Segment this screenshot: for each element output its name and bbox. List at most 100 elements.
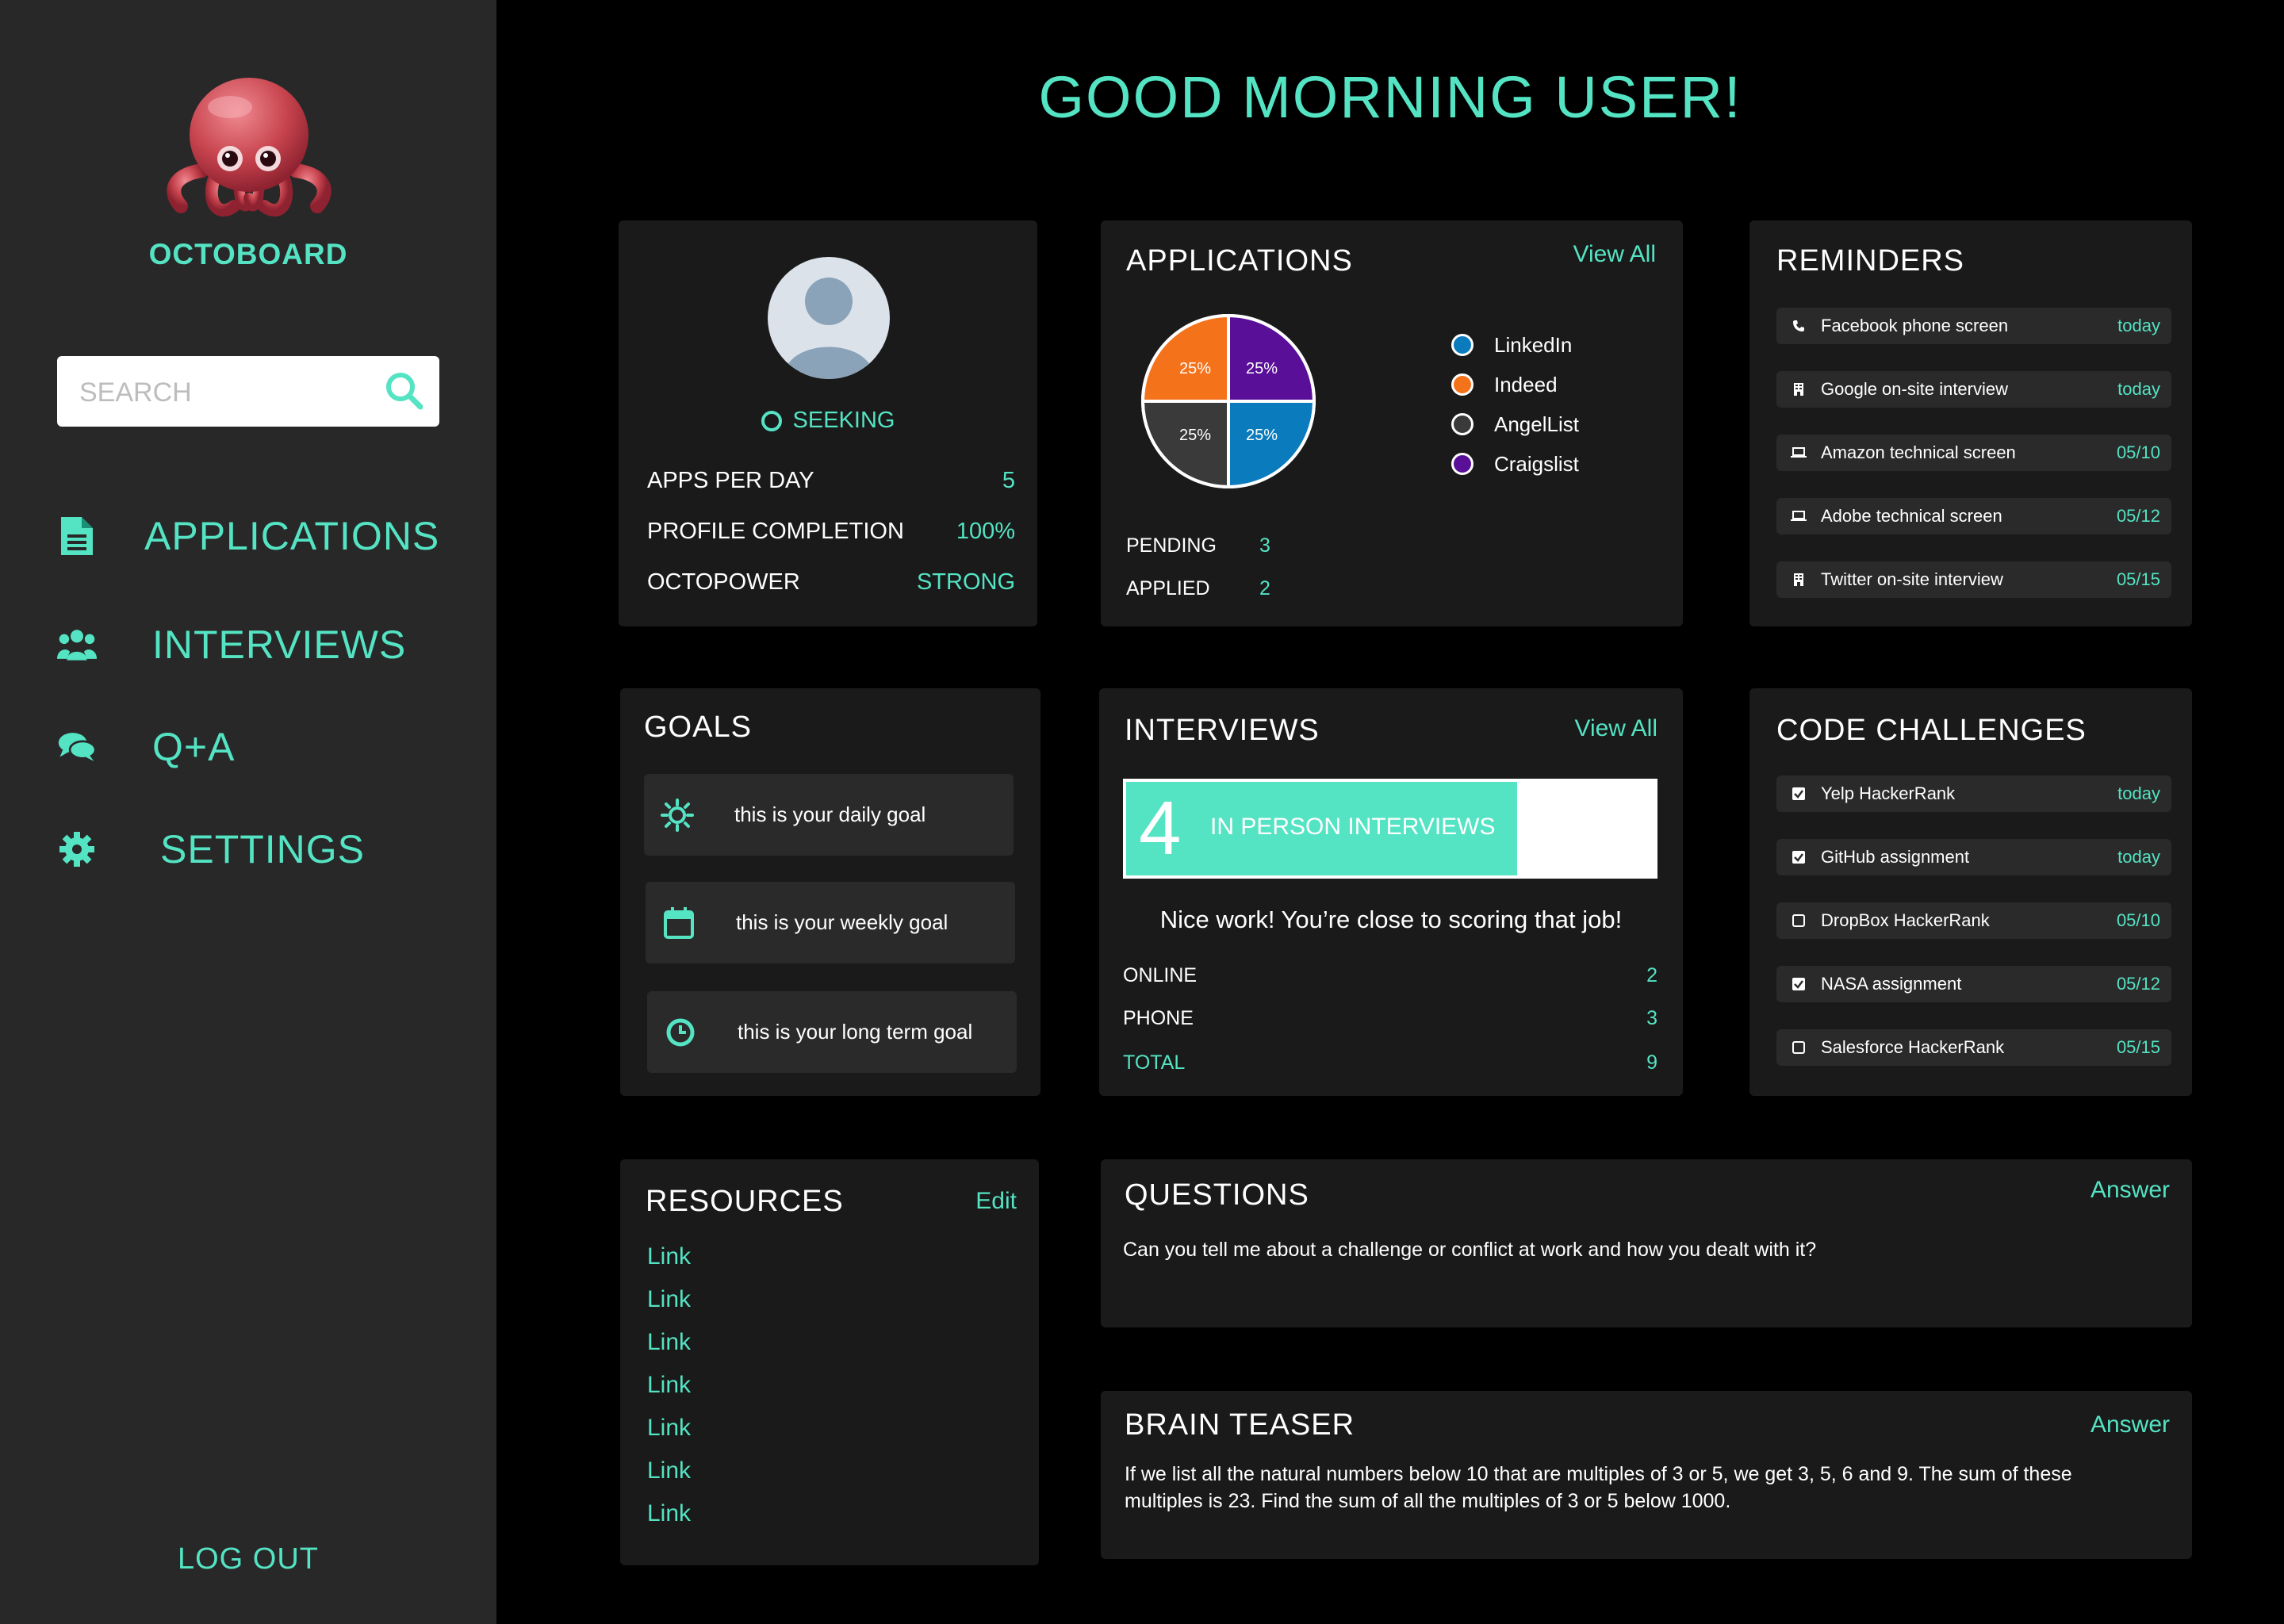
resource-link[interactable]: Link	[647, 1286, 691, 1329]
stat-value: 5	[1002, 468, 1015, 493]
checkbox-checked-icon[interactable]	[1791, 786, 1807, 802]
avatar[interactable]	[768, 257, 890, 379]
checkbox-checked-icon[interactable]	[1791, 976, 1807, 992]
clock-icon	[663, 1015, 698, 1050]
challenge-item[interactable]: GitHub assignment today	[1776, 839, 2171, 875]
applications-pie-chart: 25% 25% 25% 25%	[1140, 313, 1316, 489]
legend-label: Indeed	[1494, 372, 1558, 396]
nav-applications[interactable]: APPLICATIONS	[57, 504, 469, 568]
challenge-item[interactable]: DropBox HackerRank 05/10	[1776, 902, 2171, 939]
nav-qa[interactable]: Q+A	[57, 715, 469, 779]
chat-icon	[57, 727, 97, 767]
challenge-date: today	[2117, 783, 2160, 803]
card-title: RESOURCES	[646, 1185, 844, 1218]
answer-brain-teaser-button[interactable]: Answer	[2090, 1411, 2170, 1438]
legend-item[interactable]: AngelList	[1451, 404, 1579, 444]
stat-value: STRONG	[916, 569, 1015, 595]
pie-slice-label: 25%	[1179, 360, 1211, 377]
interviews-card: INTERVIEWS View All 4 IN PERSON INTERVIE…	[1099, 688, 1683, 1096]
reminder-text: Twitter on-site interview	[1821, 569, 2003, 589]
search-icon[interactable]	[384, 370, 425, 412]
questions-card: QUESTIONS Answer Can you tell me about a…	[1101, 1159, 2192, 1327]
resource-links: Link Link Link Link Link Link Link	[647, 1243, 691, 1543]
card-title: CODE CHALLENGES	[1776, 714, 2087, 747]
status-badge: SEEKING	[619, 408, 1037, 434]
laptop-icon	[1791, 445, 1807, 461]
reminder-item[interactable]: Facebook phone screen today	[1776, 308, 2171, 344]
nav-label: INTERVIEWS	[152, 622, 407, 667]
pie-slice-label: 25%	[1246, 360, 1278, 377]
nav-label: SETTINGS	[160, 827, 366, 871]
search-box	[57, 356, 439, 427]
nav-label: APPLICATIONS	[144, 514, 440, 558]
search-input[interactable]	[78, 372, 366, 413]
sun-icon	[660, 798, 695, 833]
card-title: REMINDERS	[1776, 244, 1965, 278]
goals-card: GOALS this is your daily goal this is yo…	[620, 688, 1040, 1096]
legend-dot	[1451, 413, 1473, 435]
interview-row-label: PHONE	[1123, 1007, 1194, 1029]
pie-slice-label: 25%	[1179, 427, 1211, 444]
reminder-date: 05/15	[2116, 569, 2160, 589]
challenge-text: Salesforce HackerRank	[1821, 1037, 2005, 1057]
view-all-applications-link[interactable]: View All	[1573, 241, 1656, 268]
challenge-date: today	[2117, 847, 2160, 867]
nav-settings[interactable]: SETTINGS	[57, 818, 469, 881]
resources-card: RESOURCES Edit Link Link Link Link Link …	[620, 1159, 1039, 1565]
interview-count: 4	[1139, 786, 1182, 871]
status-text: SEEKING	[792, 408, 895, 433]
edit-resources-button[interactable]: Edit	[975, 1188, 1017, 1215]
resource-link[interactable]: Link	[647, 1329, 691, 1372]
card-title: QUESTIONS	[1125, 1178, 1309, 1212]
checkbox-unchecked-icon[interactable]	[1791, 913, 1807, 929]
logout-button[interactable]: LOG OUT	[0, 1542, 496, 1576]
reminder-date: 05/10	[2116, 442, 2160, 462]
interview-progress-bar: 4 IN PERSON INTERVIEWS	[1123, 779, 1657, 879]
goal-item[interactable]: this is your long term goal	[647, 991, 1017, 1073]
challenge-text: Yelp HackerRank	[1821, 783, 1956, 803]
reminder-item[interactable]: Adobe technical screen 05/12	[1776, 498, 2171, 534]
stat-value: 100%	[956, 519, 1015, 544]
resource-link[interactable]: Link	[647, 1243, 691, 1286]
legend-dot	[1451, 334, 1473, 356]
challenge-item[interactable]: Salesforce HackerRank 05/15	[1776, 1029, 2171, 1066]
count-value: 3	[1259, 534, 1270, 557]
reminder-text: Amazon technical screen	[1821, 442, 2016, 462]
building-icon	[1791, 381, 1807, 397]
challenge-text: NASA assignment	[1821, 974, 1962, 994]
nav-interviews[interactable]: INTERVIEWS	[57, 613, 469, 676]
progress-label: IN PERSON INTERVIEWS	[1210, 814, 1496, 840]
code-challenges-card: CODE CHALLENGES Yelp HackerRank today Gi…	[1749, 688, 2192, 1096]
brain-teaser-card: BRAIN TEASER Answer If we list all the n…	[1101, 1391, 2192, 1559]
gear-icon	[57, 829, 97, 869]
goal-item[interactable]: this is your weekly goal	[646, 882, 1015, 963]
interview-row-label: ONLINE	[1123, 964, 1198, 986]
legend-dot	[1451, 453, 1473, 475]
reminder-item[interactable]: Twitter on-site interview 05/15	[1776, 561, 2171, 598]
goal-text: this is your long term goal	[738, 1020, 973, 1044]
view-all-interviews-link[interactable]: View All	[1574, 715, 1657, 742]
answer-question-button[interactable]: Answer	[2090, 1177, 2170, 1204]
card-title: GOALS	[644, 710, 752, 744]
legend-item[interactable]: Craigslist	[1451, 444, 1579, 484]
reminders-list: Facebook phone screen today Google on-si…	[1776, 308, 2171, 598]
stat-label: OCTOPOWER	[647, 569, 800, 595]
goal-item[interactable]: this is your daily goal	[644, 774, 1014, 856]
reminder-item[interactable]: Google on-site interview today	[1776, 371, 2171, 408]
resource-link[interactable]: Link	[647, 1415, 691, 1457]
checkbox-checked-icon[interactable]	[1791, 849, 1807, 865]
resource-link[interactable]: Link	[647, 1500, 691, 1543]
reminder-text: Facebook phone screen	[1821, 316, 2009, 335]
legend-label: AngelList	[1494, 412, 1579, 436]
legend-item[interactable]: Indeed	[1451, 365, 1579, 404]
checkbox-unchecked-icon[interactable]	[1791, 1040, 1807, 1055]
legend: LinkedIn Indeed AngelList Craigslist	[1451, 325, 1579, 484]
challenge-item[interactable]: NASA assignment 05/12	[1776, 966, 2171, 1002]
challenge-item[interactable]: Yelp HackerRank today	[1776, 776, 2171, 812]
legend-item[interactable]: LinkedIn	[1451, 325, 1579, 365]
resource-link[interactable]: Link	[647, 1372, 691, 1415]
resource-link[interactable]: Link	[647, 1457, 691, 1500]
octopus-logo[interactable]	[159, 71, 339, 230]
reminder-item[interactable]: Amazon technical screen 05/10	[1776, 435, 2171, 471]
goal-text: this is your weekly goal	[736, 910, 948, 934]
